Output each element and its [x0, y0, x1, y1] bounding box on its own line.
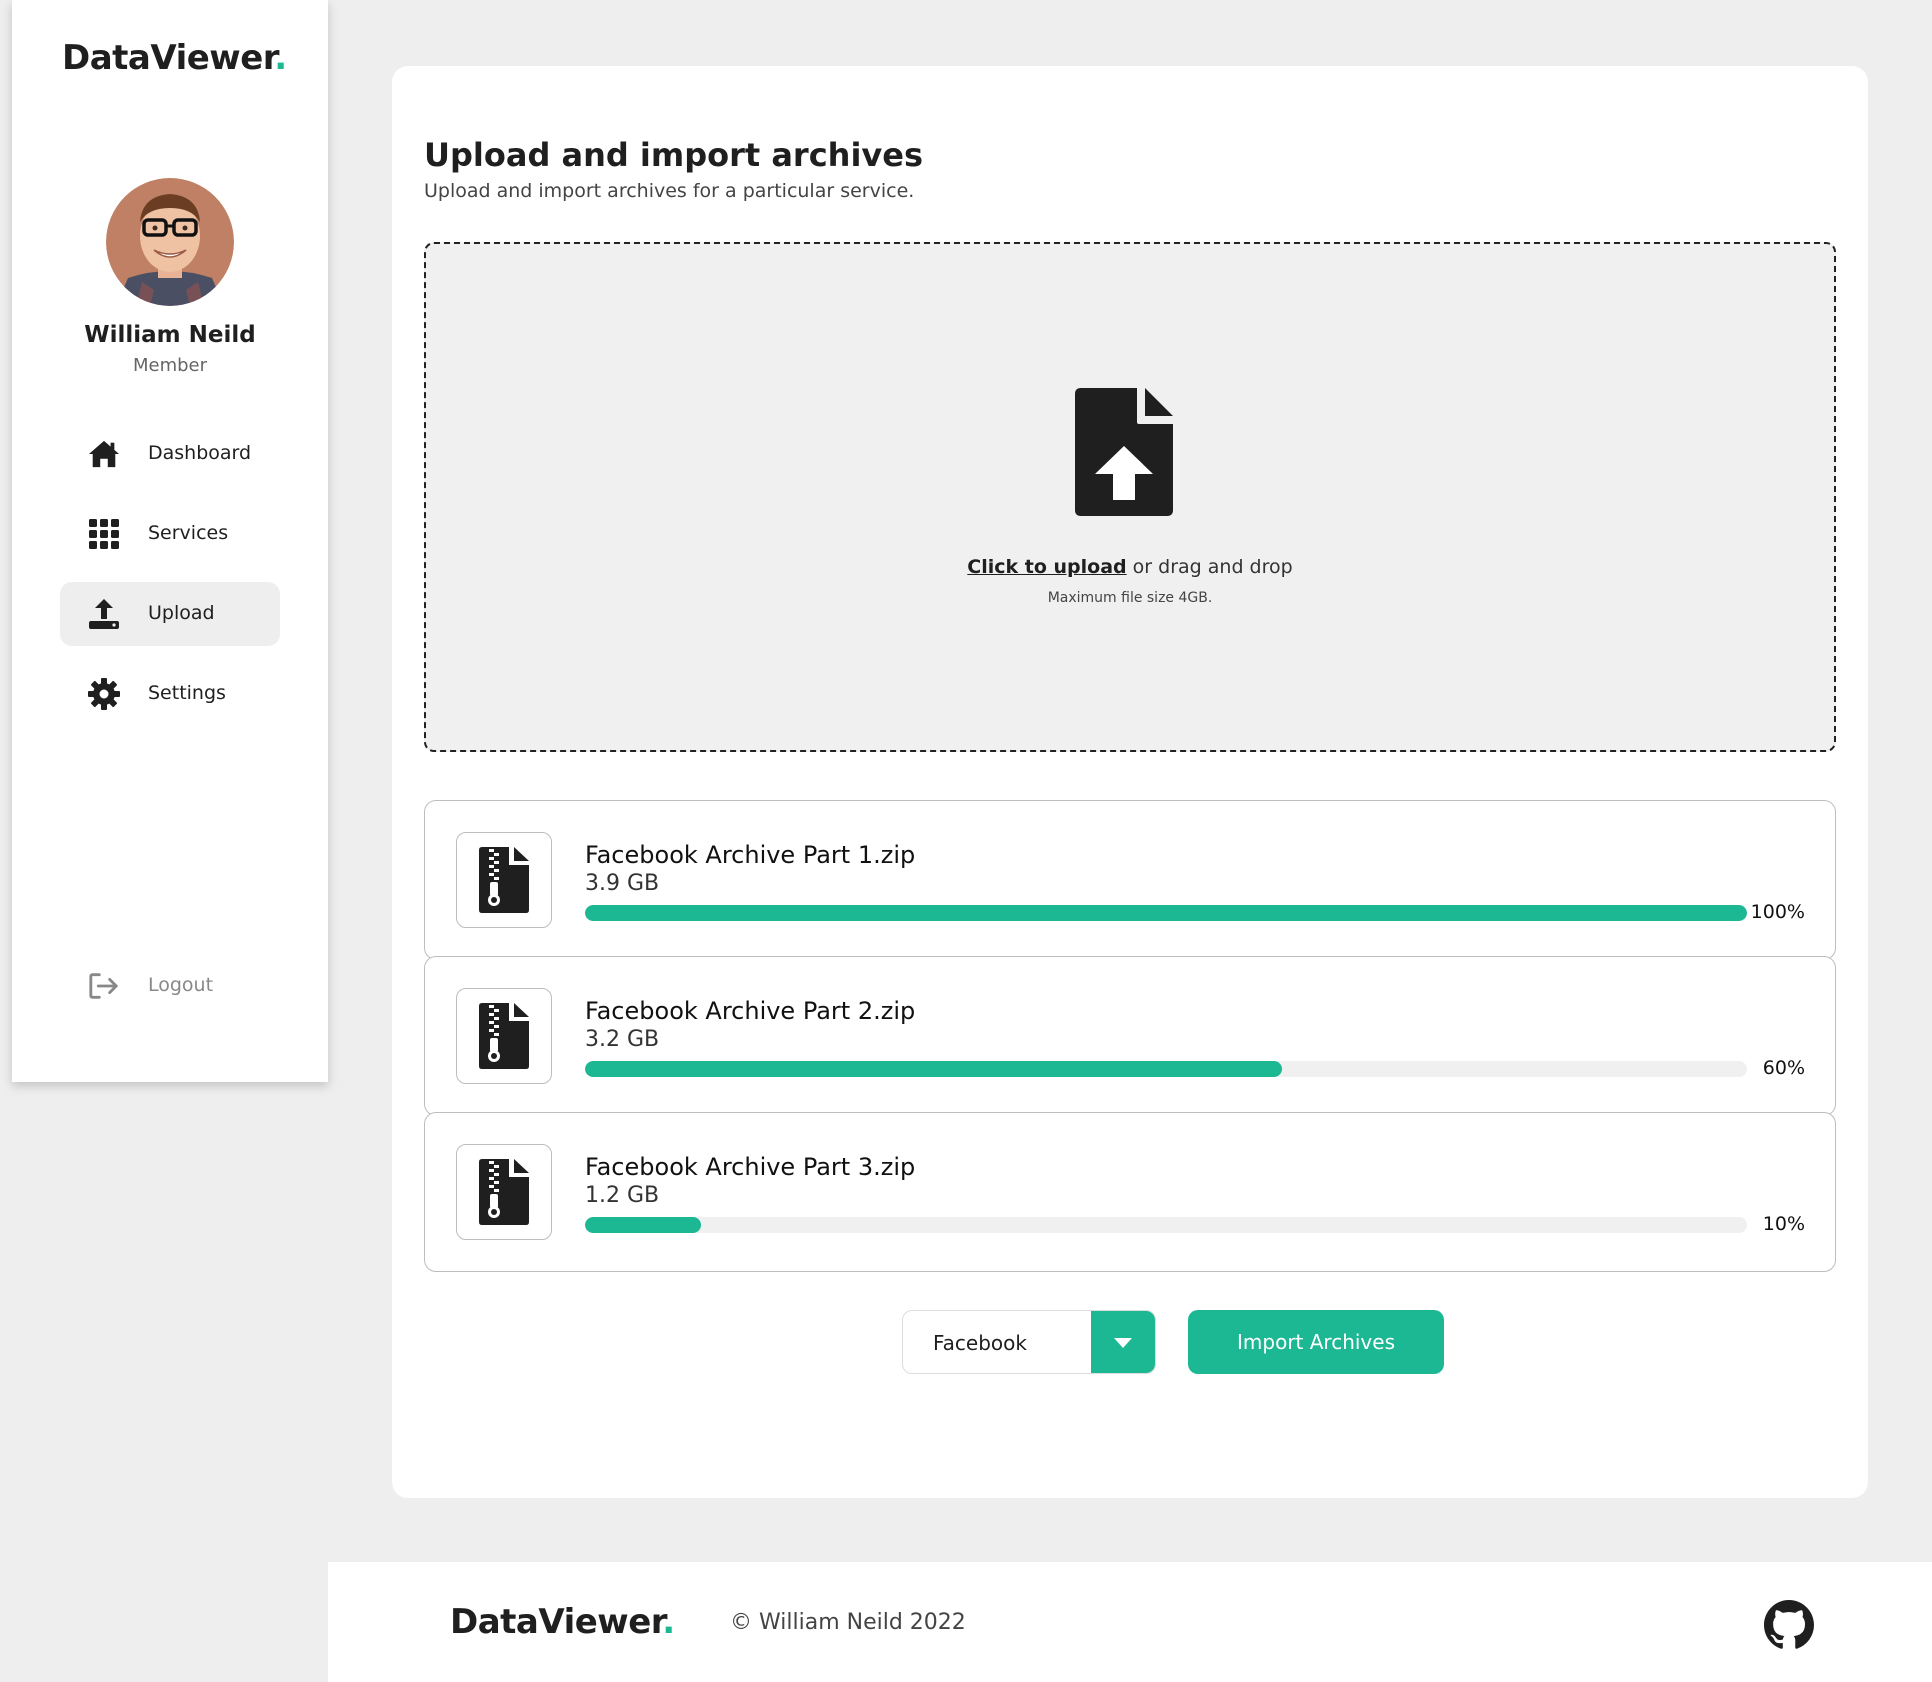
logout-icon: [88, 970, 120, 1002]
chevron-down-icon[interactable]: [1091, 1311, 1155, 1373]
file-dropzone[interactable]: Click to upload or drag and drop Maximum…: [424, 242, 1836, 752]
logo-text: DataViewer: [62, 38, 275, 78]
footer-copyright: © William Neild 2022: [730, 1610, 966, 1635]
sidebar-item-label: Settings: [148, 682, 226, 704]
progress-percent: 60%: [1762, 1057, 1805, 1079]
service-select[interactable]: Facebook: [902, 1310, 1156, 1374]
sidebar-item-upload[interactable]: Upload: [60, 582, 280, 646]
file-name: Facebook Archive Part 3.zip: [585, 1153, 916, 1181]
zip-file-icon: [456, 832, 552, 928]
user-role: Member: [132, 355, 208, 376]
sidebar: DataViewer. William Neild Member Dashboa…: [12, 0, 328, 1082]
logo-dot: .: [274, 38, 287, 78]
file-row: Facebook Archive Part 3.zip 1.2 GB 10%: [424, 1112, 1836, 1272]
sidebar-item-settings[interactable]: Settings: [60, 662, 280, 726]
github-icon[interactable]: [1764, 1600, 1814, 1650]
sidebar-item-dashboard[interactable]: Dashboard: [60, 422, 280, 486]
avatar: [106, 178, 234, 306]
dropzone-rest-text: or drag and drop: [1126, 556, 1293, 578]
footer-logo-dot: .: [662, 1602, 675, 1642]
import-archives-button[interactable]: Import Archives: [1188, 1310, 1444, 1374]
logout-label: Logout: [148, 974, 214, 996]
file-row: Facebook Archive Part 2.zip 3.2 GB 60%: [424, 956, 1836, 1116]
progress-percent: 10%: [1762, 1213, 1805, 1235]
file-row: Facebook Archive Part 1.zip 3.9 GB 100%: [424, 800, 1836, 960]
upload-card: Upload and import archives Upload and im…: [392, 66, 1868, 1498]
file-name: Facebook Archive Part 1.zip: [585, 841, 916, 869]
zip-file-icon: [456, 988, 552, 1084]
sidebar-item-label: Services: [148, 522, 229, 544]
sidebar-item-label: Dashboard: [148, 442, 252, 464]
file-size: 1.2 GB: [585, 1183, 660, 1208]
sidebar-item-services[interactable]: Services: [60, 502, 280, 566]
progress-fill: [585, 1217, 702, 1233]
file-size: 3.9 GB: [585, 871, 660, 896]
progress-bar: [585, 1217, 1747, 1233]
gear-icon: [88, 678, 120, 710]
footer-logo[interactable]: DataViewer.: [450, 1602, 675, 1642]
user-name: William Neild: [84, 322, 256, 348]
sidebar-item-label: Upload: [148, 602, 215, 624]
click-to-upload-link[interactable]: Click to upload: [967, 556, 1126, 578]
file-name: Facebook Archive Part 2.zip: [585, 997, 916, 1025]
page-subtitle: Upload and import archives for a particu…: [424, 180, 915, 202]
progress-percent: 100%: [1750, 901, 1805, 923]
zip-file-icon: [456, 1144, 552, 1240]
file-upload-icon: [1075, 388, 1173, 516]
upload-icon: [88, 598, 120, 630]
progress-bar: [585, 1061, 1747, 1077]
grid-icon: [88, 518, 120, 550]
service-select-value: Facebook: [933, 1331, 1027, 1355]
dropzone-text: Click to upload or drag and drop: [426, 556, 1834, 578]
progress-fill: [585, 905, 1747, 921]
progress-bar: [585, 905, 1747, 921]
sidebar-logo[interactable]: DataViewer.: [62, 38, 287, 78]
footer: DataViewer. © William Neild 2022: [328, 1562, 1932, 1682]
home-icon: [88, 438, 120, 470]
file-size: 3.2 GB: [585, 1027, 660, 1052]
progress-fill: [585, 1061, 1283, 1077]
logout-button[interactable]: Logout: [60, 954, 280, 1018]
dropzone-hint: Maximum file size 4GB.: [1047, 590, 1213, 606]
page-title: Upload and import archives: [424, 136, 924, 174]
footer-logo-text: DataViewer: [450, 1602, 663, 1642]
